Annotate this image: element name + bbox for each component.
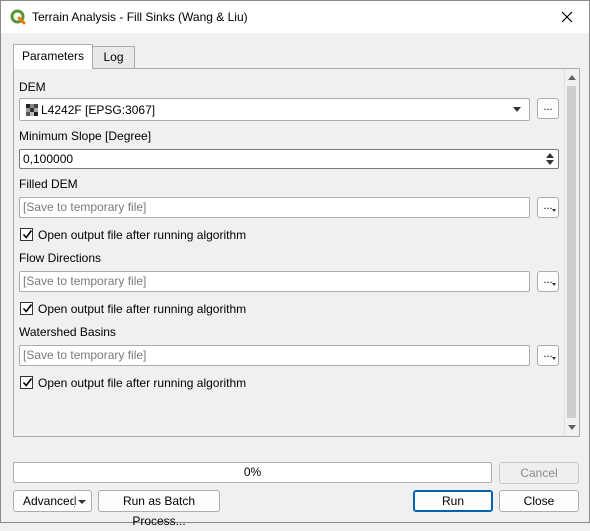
parameters-panel: DEM L4242F [EPSG:3067] ... Minimum Slope… bbox=[13, 68, 580, 437]
run-as-batch-button[interactable]: Run as Batch Process... bbox=[98, 490, 220, 528]
scroll-up-icon[interactable] bbox=[568, 75, 576, 80]
min-slope-value: 0,100000 bbox=[23, 152, 74, 166]
filled-dem-placeholder: [Save to temporary file] bbox=[23, 200, 147, 214]
flow-directions-browse-button[interactable]: ... bbox=[537, 271, 559, 292]
filled-dem-browse-button[interactable]: ... bbox=[537, 197, 559, 218]
dropdown-arrow-icon bbox=[552, 209, 556, 212]
run-button[interactable]: Run bbox=[413, 490, 493, 512]
tab-parameters[interactable]: Parameters bbox=[13, 44, 93, 69]
dem-selected-value: L4242F [EPSG:3067] bbox=[41, 103, 156, 117]
tab-log[interactable]: Log bbox=[92, 46, 135, 69]
flow-directions-placeholder: [Save to temporary file] bbox=[23, 274, 147, 288]
scrollbar-thumb[interactable] bbox=[567, 86, 576, 418]
filled-dem-open-label[interactable]: Open output file after running algorithm bbox=[38, 228, 246, 242]
dem-browse-button[interactable]: ... bbox=[537, 98, 559, 119]
spin-down-icon[interactable] bbox=[546, 160, 554, 165]
raster-layer-icon bbox=[26, 104, 38, 116]
flow-directions-open-checkbox[interactable] bbox=[20, 302, 33, 315]
progress-bar: 0% bbox=[13, 462, 492, 483]
dropdown-arrow-icon bbox=[552, 357, 556, 360]
min-slope-label: Minimum Slope [Degree] bbox=[19, 129, 152, 143]
watershed-basins-open-label[interactable]: Open output file after running algorithm bbox=[38, 376, 246, 390]
filled-dem-output-field[interactable]: [Save to temporary file] bbox=[19, 197, 530, 218]
vertical-scrollbar[interactable] bbox=[564, 69, 579, 436]
advanced-label: Advanced bbox=[23, 494, 77, 508]
chevron-down-icon bbox=[78, 500, 86, 504]
watershed-basins-label: Watershed Basins bbox=[19, 325, 116, 339]
close-icon bbox=[561, 11, 573, 23]
title-bar: Terrain Analysis - Fill Sinks (Wang & Li… bbox=[1, 1, 589, 33]
progress-text: 0% bbox=[243, 465, 262, 479]
filled-dem-open-checkbox[interactable] bbox=[20, 228, 33, 241]
chevron-down-icon bbox=[513, 107, 521, 112]
flow-directions-label: Flow Directions bbox=[19, 251, 102, 265]
checkmark-icon bbox=[22, 230, 33, 239]
button-separator bbox=[74, 495, 75, 508]
watershed-basins-browse-button[interactable]: ... bbox=[537, 345, 559, 366]
watershed-basins-placeholder: [Save to temporary file] bbox=[23, 348, 147, 362]
dialog-window: Terrain Analysis - Fill Sinks (Wang & Li… bbox=[0, 0, 590, 528]
dem-combobox[interactable]: L4242F [EPSG:3067] bbox=[19, 98, 530, 121]
spin-up-icon[interactable] bbox=[546, 153, 554, 158]
flow-directions-open-label[interactable]: Open output file after running algorithm bbox=[38, 302, 246, 316]
dropdown-arrow-icon bbox=[552, 283, 556, 286]
dem-label: DEM bbox=[19, 80, 46, 94]
window-close-button[interactable] bbox=[545, 1, 589, 33]
watershed-basins-open-checkbox[interactable] bbox=[20, 376, 33, 389]
flow-directions-output-field[interactable]: [Save to temporary file] bbox=[19, 271, 530, 292]
window-title: Terrain Analysis - Fill Sinks (Wang & Li… bbox=[32, 10, 248, 24]
filled-dem-label: Filled DEM bbox=[19, 177, 78, 191]
cancel-button[interactable]: Cancel bbox=[499, 462, 579, 484]
checkmark-icon bbox=[22, 304, 33, 313]
checkmark-icon bbox=[22, 378, 33, 387]
scroll-down-icon[interactable] bbox=[568, 425, 576, 430]
close-button[interactable]: Close bbox=[499, 490, 579, 512]
watershed-basins-output-field[interactable]: [Save to temporary file] bbox=[19, 345, 530, 366]
advanced-button[interactable]: Advanced bbox=[13, 490, 92, 512]
qgis-logo-icon bbox=[10, 9, 26, 25]
min-slope-spinbox[interactable]: 0,100000 bbox=[19, 149, 559, 169]
